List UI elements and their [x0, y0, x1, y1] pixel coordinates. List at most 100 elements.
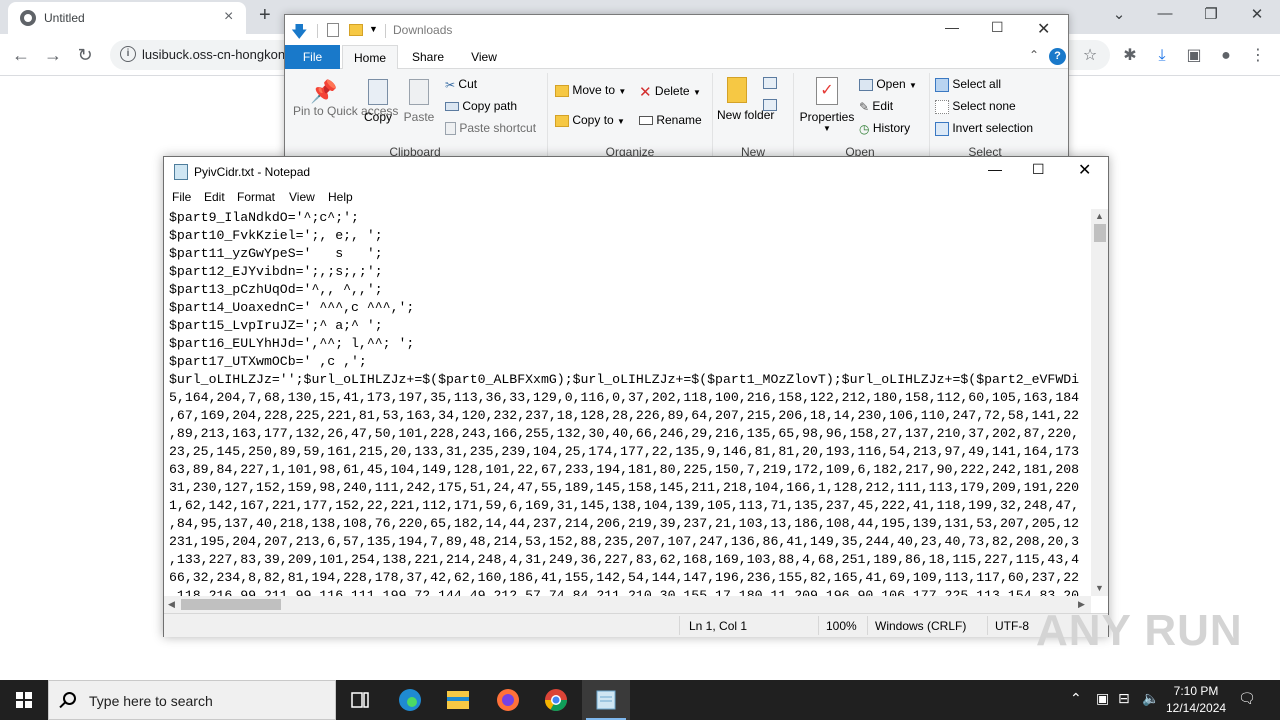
close-notepad-button[interactable]: ✕: [1078, 160, 1091, 180]
status-separator: [818, 616, 819, 635]
quick-access-down-icon[interactable]: 🡇: [291, 21, 307, 48]
copy-icon: [368, 79, 388, 105]
scroll-down-icon[interactable]: ▼: [1095, 583, 1104, 593]
new-tab-button[interactable]: +: [259, 4, 271, 27]
extensions-icon[interactable]: ✱: [1120, 46, 1140, 66]
scroll-left-icon[interactable]: ◀: [168, 599, 175, 610]
copy-to-label: Copy to: [572, 113, 614, 127]
collapse-ribbon-icon[interactable]: ⌃: [1029, 48, 1039, 62]
tab-share[interactable]: Share: [403, 45, 453, 69]
help-icon[interactable]: ?: [1049, 48, 1066, 65]
folder-icon: [447, 691, 469, 709]
system-clock[interactable]: 7:10 PM 12/14/2024: [1166, 683, 1226, 717]
restore-browser-button[interactable]: ❐: [1188, 5, 1234, 23]
menu-view[interactable]: View: [289, 190, 315, 204]
menu-help[interactable]: Help: [328, 190, 353, 204]
start-button[interactable]: [0, 680, 48, 720]
select-all-icon: [935, 77, 949, 92]
pin-quick-access-button[interactable]: 📌 Pin to Quick access: [293, 79, 398, 118]
scroll-up-icon[interactable]: ▲: [1095, 211, 1104, 221]
menu-format[interactable]: Format: [237, 190, 275, 204]
text-line: $part14_UoaxednC=' ^^^,c ^^^,';: [169, 300, 415, 315]
properties-icon: ✓: [816, 77, 838, 105]
close-browser-button[interactable]: ✕: [1234, 5, 1280, 23]
show-hidden-icons-icon[interactable]: ⌃: [1070, 690, 1082, 707]
notepad-text-area[interactable]: $part9_IlaNdkdO='^;c^;'; $part10_FvkKzie…: [164, 209, 1091, 596]
copy-path-button[interactable]: Copy path: [445, 99, 517, 113]
new-folder-qat-icon[interactable]: [349, 24, 363, 36]
move-to-icon: [555, 84, 569, 97]
rename-button[interactable]: Rename: [639, 113, 702, 127]
select-none-button[interactable]: Select none: [935, 99, 1016, 114]
menu-edit[interactable]: Edit: [204, 190, 225, 204]
minimize-notepad-button[interactable]: —: [988, 161, 1002, 177]
edge-taskbar-button[interactable]: [386, 680, 434, 720]
browser-menu-icon[interactable]: ⋮: [1248, 46, 1268, 66]
side-panel-icon[interactable]: ▣: [1184, 46, 1204, 66]
ribbon-tabs: File Home Share View ⌃ ?: [285, 45, 1068, 69]
delete-button[interactable]: ✕ Delete ▼: [639, 83, 701, 101]
tab-view[interactable]: View: [460, 45, 508, 69]
close-tab-icon[interactable]: ×: [224, 8, 233, 26]
bookmark-star-icon[interactable]: ☆: [1080, 46, 1100, 66]
copy-to-button[interactable]: Copy to ▼: [555, 113, 625, 127]
copy-to-dropdown-icon: ▼: [617, 117, 625, 126]
copy-path-label: Copy path: [462, 99, 518, 113]
reload-icon[interactable]: ↻: [72, 42, 98, 68]
move-to-button[interactable]: Move to ▼: [555, 83, 626, 97]
site-info-icon[interactable]: i: [120, 46, 136, 62]
scissors-icon: ✂: [445, 77, 456, 92]
invert-selection-button[interactable]: Invert selection: [935, 121, 1033, 136]
back-arrow-icon[interactable]: ←: [8, 42, 34, 68]
taskbar-search-box[interactable]: Type here to search: [48, 680, 336, 720]
customize-qat-icon[interactable]: ▼: [369, 24, 378, 34]
horizontal-scrollbar[interactable]: ◀ ▶: [164, 596, 1091, 613]
notifications-icon[interactable]: 🗨: [1238, 690, 1256, 707]
tab-file[interactable]: File: [285, 45, 340, 69]
cut-button[interactable]: ✂ Cut: [445, 77, 477, 92]
title-separator: [385, 24, 386, 38]
minimize-explorer-button[interactable]: —: [945, 19, 959, 35]
minimize-browser-button[interactable]: —: [1142, 5, 1188, 22]
network-icon[interactable]: ⊟: [1118, 690, 1130, 707]
maximize-explorer-button[interactable]: ☐: [991, 19, 1004, 36]
text-line: 63,89,84,227,1,101,98,61,45,104,149,128,…: [169, 462, 1080, 477]
chrome-taskbar-button[interactable]: [532, 680, 580, 720]
tab-search-icon[interactable]: ⌄: [1096, 5, 1142, 23]
security-tray-icon[interactable]: ▣: [1096, 690, 1109, 707]
browser-tab[interactable]: Untitled ×: [8, 2, 246, 34]
maximize-notepad-button[interactable]: ☐: [1032, 161, 1045, 178]
open-button[interactable]: Open ▼: [859, 77, 917, 91]
forward-arrow-icon[interactable]: →: [40, 42, 66, 68]
menu-file[interactable]: File: [172, 190, 191, 204]
close-explorer-button[interactable]: ✕: [1037, 19, 1050, 39]
vertical-scrollbar[interactable]: ▲ ▼: [1091, 209, 1108, 596]
cursor-position: Ln 1, Col 1: [689, 619, 748, 633]
horizontal-scroll-thumb[interactable]: [181, 599, 281, 610]
volume-icon[interactable]: 🔈: [1142, 690, 1159, 707]
profile-avatar-icon[interactable]: ●: [1216, 46, 1236, 66]
download-icon[interactable]: ⤓: [1152, 46, 1172, 66]
select-all-button[interactable]: Select all: [935, 77, 1001, 92]
history-button[interactable]: ◷ History: [859, 121, 910, 136]
task-view-button[interactable]: [336, 680, 384, 720]
edit-button[interactable]: ✎ Edit: [859, 99, 893, 114]
file-explorer-taskbar-button[interactable]: [434, 680, 482, 720]
properties-qat-icon[interactable]: [327, 23, 339, 37]
open-dropdown-icon: ▼: [909, 81, 917, 90]
paste-shortcut-button[interactable]: Paste shortcut: [445, 121, 537, 136]
tab-home[interactable]: Home: [342, 45, 398, 69]
paste-shortcut-label: Paste shortcut: [459, 121, 537, 135]
new-item-icon[interactable]: [763, 77, 777, 89]
copy-button[interactable]: Copy: [363, 79, 393, 124]
text-line: ,89,213,163,177,132,26,47,50,101,228,243…: [169, 426, 1080, 441]
vertical-scroll-thumb[interactable]: [1094, 224, 1106, 242]
new-folder-button[interactable]: New folder: [717, 77, 774, 122]
group-separator: [929, 73, 930, 161]
open-icon: [859, 78, 873, 91]
notepad-taskbar-button[interactable]: [582, 680, 630, 720]
paste-button[interactable]: Paste: [403, 79, 435, 124]
properties-button[interactable]: ✓ Properties ▼: [799, 77, 855, 133]
easy-access-icon[interactable]: [763, 99, 777, 111]
firefox-taskbar-button[interactable]: [484, 680, 532, 720]
